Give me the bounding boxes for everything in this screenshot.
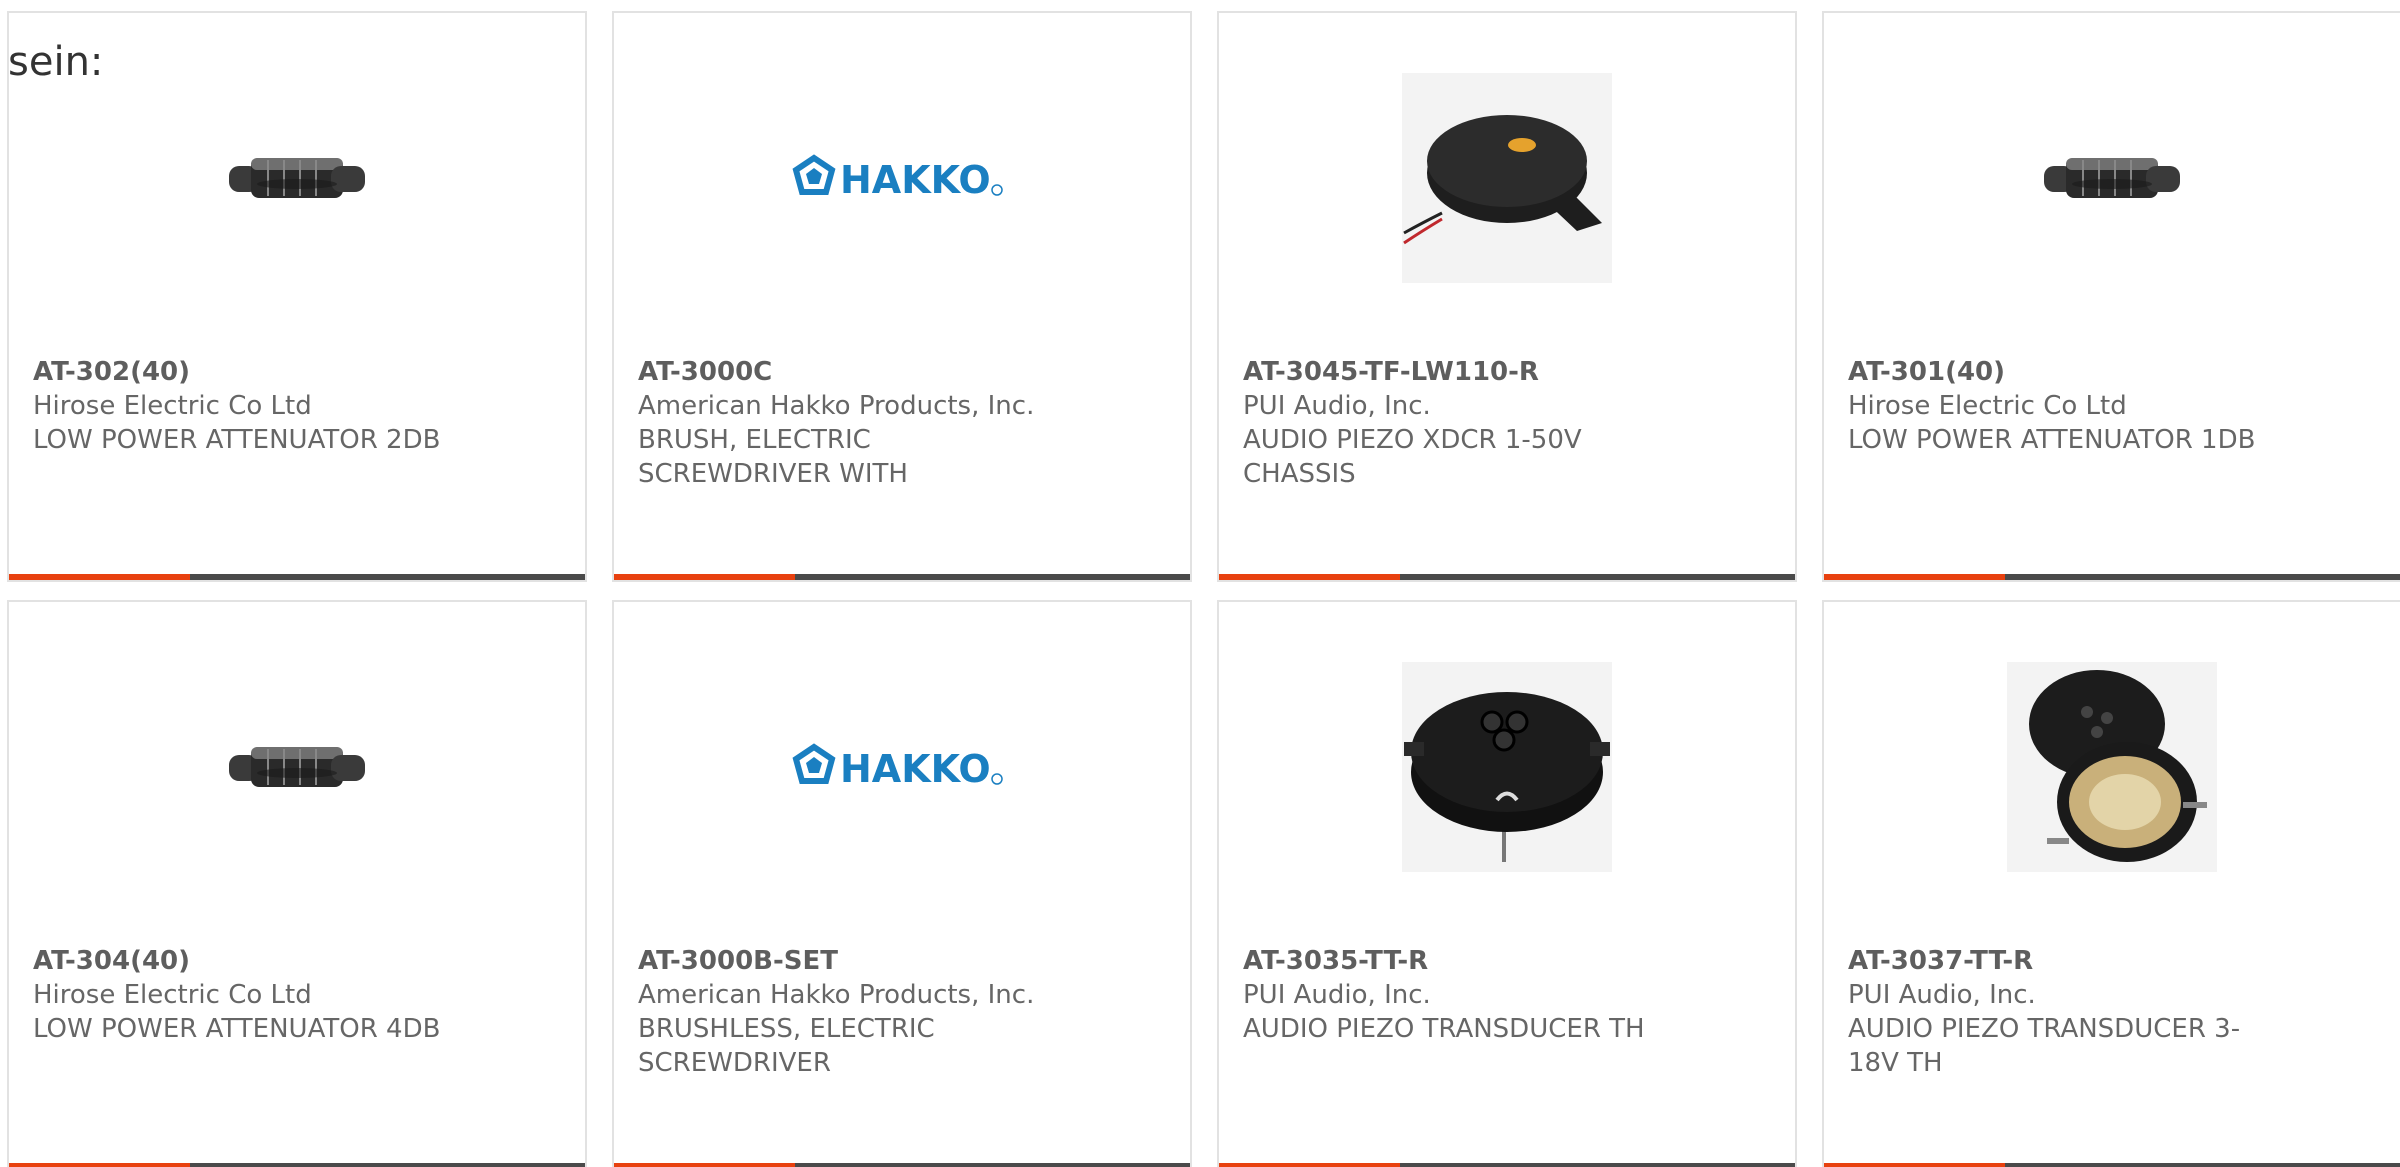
product-description: AUDIO PIEZO TRANSDUCER TH bbox=[1243, 1014, 1645, 1044]
product-info: AT-3000B-SET American Hakko Products, In… bbox=[638, 944, 1166, 1080]
card-accent-segment bbox=[9, 1163, 190, 1167]
manufacturer-name: Hirose Electric Co Ltd bbox=[33, 980, 312, 1010]
product-description: AUDIO PIEZO TRANSDUCER 3-18V TH bbox=[1848, 1014, 2241, 1078]
card-accent-segment bbox=[614, 1163, 795, 1167]
product-info: AT-3037-TT-R PUI Audio, Inc. AUDIO PIEZO… bbox=[1848, 944, 2376, 1080]
attenuator-icon[interactable] bbox=[9, 667, 585, 867]
part-number-link[interactable]: AT-3000C bbox=[638, 355, 1166, 389]
manufacturer-name: PUI Audio, Inc. bbox=[1848, 980, 2036, 1010]
product-description: BRUSHLESS, ELECTRIC SCREWDRIVER bbox=[638, 1014, 935, 1078]
piezo-transducer-icon[interactable] bbox=[1219, 662, 1795, 872]
card-accent-segment bbox=[9, 574, 190, 580]
part-number-link[interactable]: AT-3000B-SET bbox=[638, 944, 1166, 978]
piezo-chassis-icon[interactable] bbox=[1219, 73, 1795, 283]
product-info: AT-3035-TT-R PUI Audio, Inc. AUDIO PIEZO… bbox=[1243, 944, 1771, 1046]
card-accent-segment bbox=[1824, 574, 2005, 580]
part-number-link[interactable]: AT-3037-TT-R bbox=[1848, 944, 2376, 978]
hakko-logo[interactable]: HAKKO bbox=[614, 78, 1190, 278]
manufacturer-name: American Hakko Products, Inc. bbox=[638, 980, 1035, 1010]
card-accent-bar bbox=[9, 1163, 585, 1167]
product-description: BRUSH, ELECTRIC SCREWDRIVER WITH bbox=[638, 425, 908, 489]
part-number-link[interactable]: AT-301(40) bbox=[1848, 355, 2376, 389]
card-accent-segment bbox=[614, 574, 795, 580]
manufacturer-name: PUI Audio, Inc. bbox=[1243, 980, 1431, 1010]
product-card[interactable]: HAKKO AT-3000C American Hakko Products, … bbox=[612, 11, 1192, 582]
product-grid: AT-302(40) Hirose Electric Co Ltd LOW PO… bbox=[7, 11, 2400, 1167]
product-info: AT-3000C American Hakko Products, Inc. B… bbox=[638, 355, 1166, 491]
product-card[interactable]: AT-3037-TT-R PUI Audio, Inc. AUDIO PIEZO… bbox=[1822, 600, 2400, 1167]
manufacturer-name: PUI Audio, Inc. bbox=[1243, 391, 1431, 421]
product-description: AUDIO PIEZO XDCR 1-50V CHASSIS bbox=[1243, 425, 1582, 489]
product-info: AT-304(40) Hirose Electric Co Ltd LOW PO… bbox=[33, 944, 561, 1046]
hakko-logo[interactable]: HAKKO bbox=[614, 667, 1190, 867]
product-info: AT-3045-TF-LW110-R PUI Audio, Inc. AUDIO… bbox=[1243, 355, 1771, 491]
product-card[interactable]: AT-304(40) Hirose Electric Co Ltd LOW PO… bbox=[7, 600, 587, 1167]
product-card[interactable]: HAKKO AT-3000B-SET American Hakko Produc… bbox=[612, 600, 1192, 1167]
manufacturer-name: Hirose Electric Co Ltd bbox=[1848, 391, 2127, 421]
card-accent-bar bbox=[1219, 1163, 1795, 1167]
card-accent-bar bbox=[614, 574, 1190, 580]
product-description: LOW POWER ATTENUATOR 1DB bbox=[1848, 425, 2256, 455]
manufacturer-name: Hirose Electric Co Ltd bbox=[33, 391, 312, 421]
product-info: AT-301(40) Hirose Electric Co Ltd LOW PO… bbox=[1848, 355, 2376, 457]
svg-text:HAKKO: HAKKO bbox=[840, 158, 991, 202]
intro-text: sein: bbox=[8, 39, 104, 85]
svg-text:HAKKO: HAKKO bbox=[840, 747, 991, 791]
manufacturer-name: American Hakko Products, Inc. bbox=[638, 391, 1035, 421]
card-accent-segment bbox=[1219, 1163, 1400, 1167]
card-accent-segment bbox=[1219, 574, 1400, 580]
card-accent-bar bbox=[1219, 574, 1795, 580]
product-card[interactable]: AT-302(40) Hirose Electric Co Ltd LOW PO… bbox=[7, 11, 587, 582]
product-card[interactable]: AT-3035-TT-R PUI Audio, Inc. AUDIO PIEZO… bbox=[1217, 600, 1797, 1167]
card-accent-bar bbox=[1824, 1163, 2400, 1167]
piezo-transducer-pair-icon[interactable] bbox=[1824, 662, 2400, 872]
card-accent-bar bbox=[9, 574, 585, 580]
part-number-link[interactable]: AT-3035-TT-R bbox=[1243, 944, 1771, 978]
product-card[interactable]: AT-301(40) Hirose Electric Co Ltd LOW PO… bbox=[1822, 11, 2400, 582]
card-accent-bar bbox=[614, 1163, 1190, 1167]
product-description: LOW POWER ATTENUATOR 4DB bbox=[33, 1014, 441, 1044]
product-info: AT-302(40) Hirose Electric Co Ltd LOW PO… bbox=[33, 355, 561, 457]
product-card[interactable]: AT-3045-TF-LW110-R PUI Audio, Inc. AUDIO… bbox=[1217, 11, 1797, 582]
part-number-link[interactable]: AT-302(40) bbox=[33, 355, 561, 389]
product-grid-page: sein: AT-302(40) Hirose Electric Co Ltd … bbox=[0, 0, 2400, 1167]
part-number-link[interactable]: AT-3045-TF-LW110-R bbox=[1243, 355, 1771, 389]
card-accent-bar bbox=[1824, 574, 2400, 580]
attenuator-icon[interactable] bbox=[1824, 78, 2400, 278]
attenuator-icon[interactable] bbox=[9, 78, 585, 278]
card-accent-segment bbox=[1824, 1163, 2005, 1167]
product-description: LOW POWER ATTENUATOR 2DB bbox=[33, 425, 441, 455]
part-number-link[interactable]: AT-304(40) bbox=[33, 944, 561, 978]
